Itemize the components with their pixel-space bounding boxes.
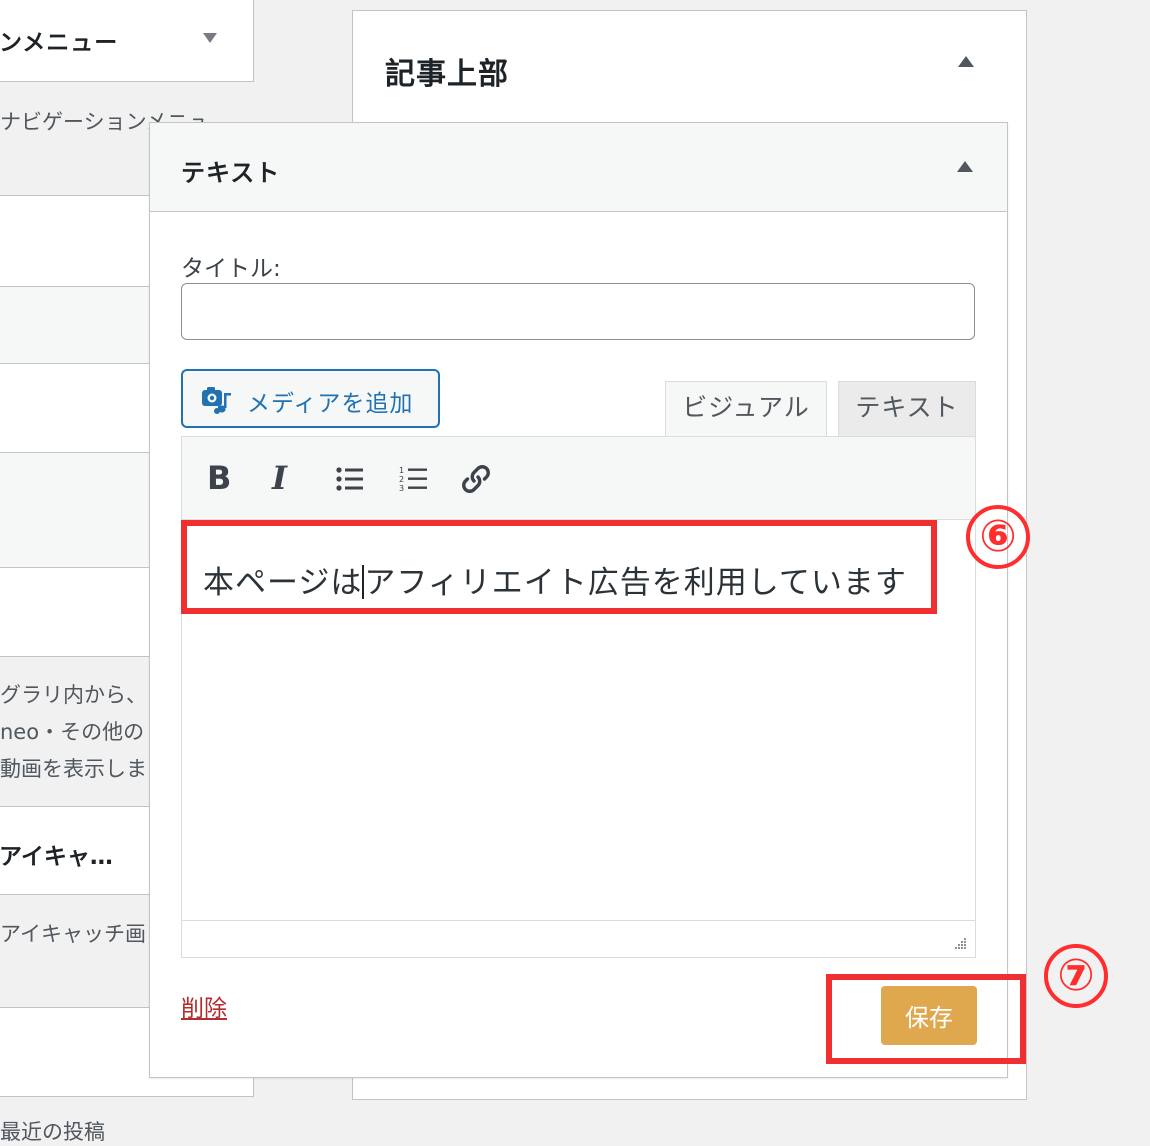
video-widget-description-line: 動画を表示しま	[0, 757, 147, 781]
editor-status-bar	[182, 920, 975, 957]
widget-area-title: 記事上部	[385, 57, 509, 92]
text-widget-header[interactable]: テキスト	[150, 123, 1007, 212]
featured-image-description: アイキャッチ画	[0, 922, 146, 946]
annotation-box-step-7	[826, 974, 1026, 1064]
bulleted-list-icon[interactable]	[334, 463, 366, 495]
collapse-arrow-icon[interactable]	[957, 161, 973, 172]
navigation-menu-widget-title: ンメニュー	[0, 30, 119, 56]
svg-text:1: 1	[399, 466, 404, 475]
annotation-number-6: ⑥	[966, 505, 1030, 569]
resize-grip-icon[interactable]	[951, 935, 967, 951]
video-widget-description-line: グラリ内から、	[0, 683, 147, 707]
editor-toolbar: B I 1 2 3	[182, 437, 975, 520]
featured-image-widget-title: アイキャ…	[0, 844, 113, 870]
collapse-arrow-icon[interactable]	[958, 56, 974, 67]
italic-icon[interactable]: I	[272, 459, 304, 497]
bold-icon[interactable]: B	[207, 459, 239, 497]
annotation-box-step-6	[181, 520, 937, 614]
add-media-label: メディアを追加	[247, 390, 414, 416]
navigation-menu-widget[interactable]: ンメニュー	[0, 0, 254, 82]
link-icon[interactable]	[460, 463, 492, 495]
title-field-label: タイトル:	[181, 256, 281, 282]
rich-text-editor: B I 1 2 3 本ページはアフィリエイト広告を利用しています	[181, 436, 976, 958]
text-widget-title: テキスト	[181, 159, 281, 187]
svg-text:2: 2	[399, 475, 404, 484]
media-icon	[202, 387, 231, 414]
delete-link[interactable]: 削除	[181, 989, 227, 1023]
recent-posts-description: 最近の投稿	[0, 1120, 105, 1144]
video-widget-description-line: neo・その他の	[0, 720, 145, 744]
svg-text:3: 3	[399, 484, 404, 493]
title-input[interactable]	[181, 283, 975, 340]
tab-visual[interactable]: ビジュアル	[665, 381, 827, 439]
add-media-button[interactable]: メディアを追加	[181, 369, 440, 428]
numbered-list-icon[interactable]: 1 2 3	[398, 463, 430, 495]
annotation-number-7: ⑦	[1044, 944, 1108, 1008]
tab-text[interactable]: テキスト	[838, 381, 976, 438]
chevron-down-icon[interactable]	[203, 33, 217, 43]
